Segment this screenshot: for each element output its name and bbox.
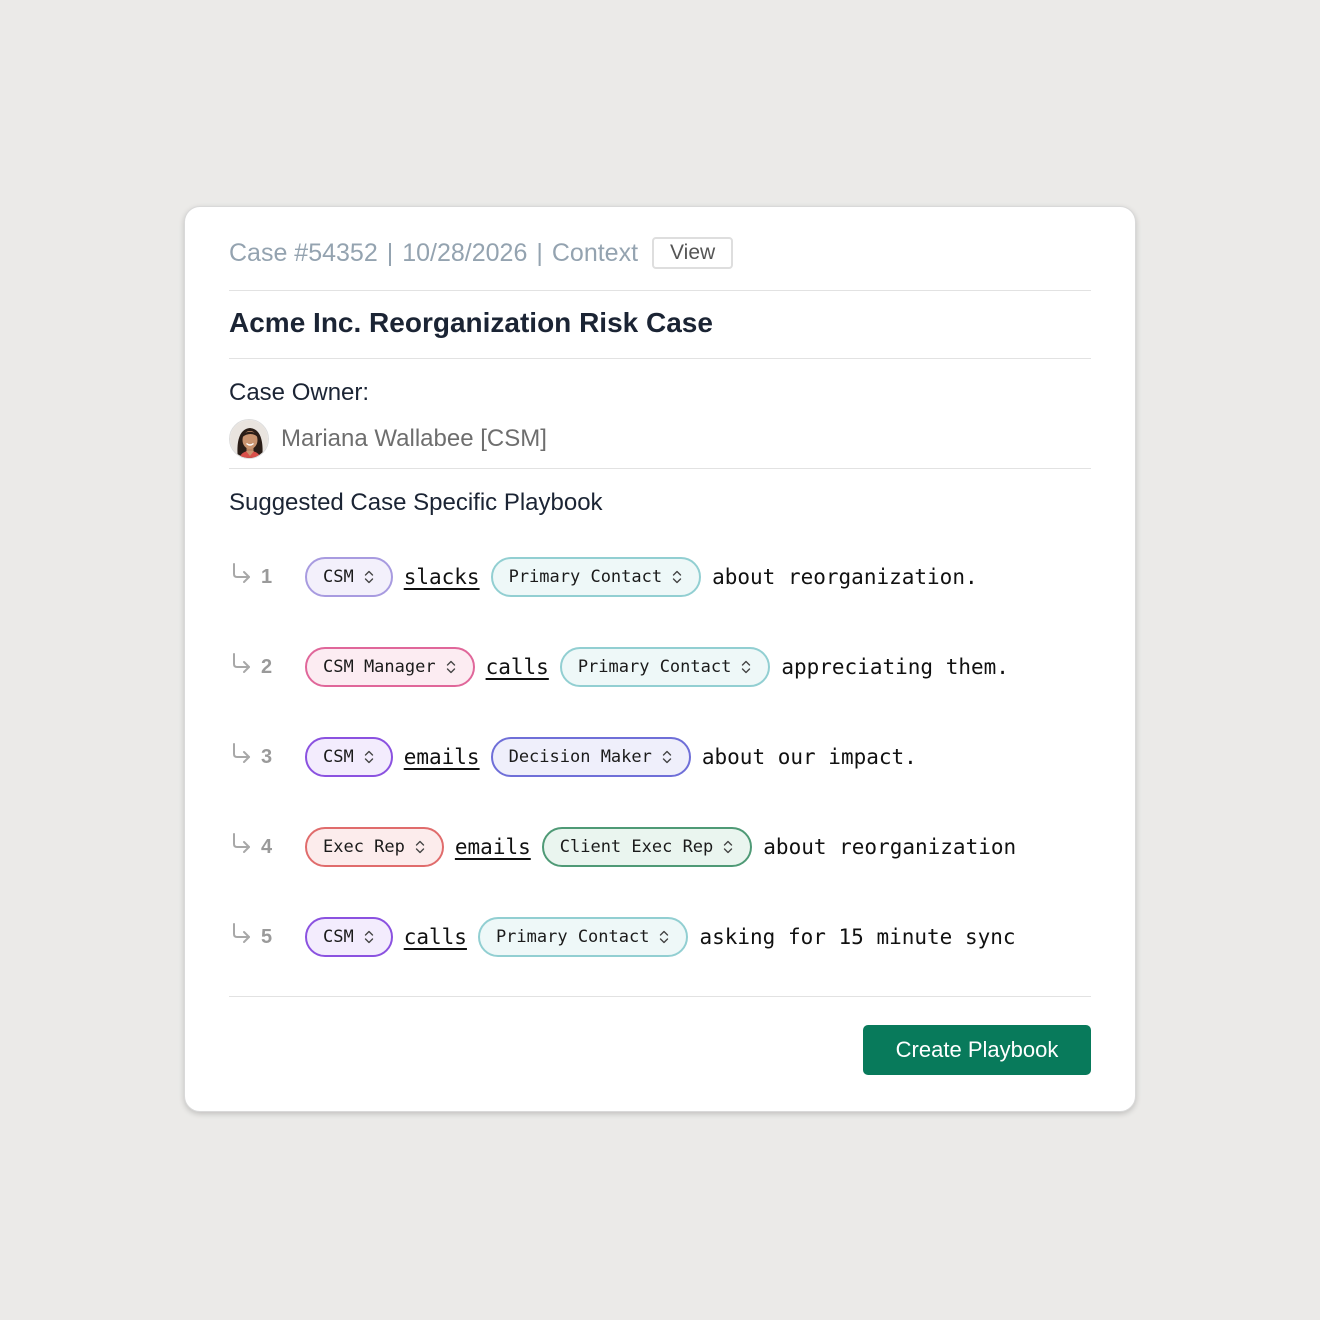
actor-role-label: CSM bbox=[323, 927, 354, 947]
step-description: about reorganization. bbox=[712, 565, 978, 589]
avatar bbox=[229, 419, 269, 459]
case-card-content: Case #54352 | 10/28/2026 | Context View … bbox=[229, 207, 1091, 1111]
actor-role-select[interactable]: CSM bbox=[305, 917, 393, 957]
step-description: about reorganization bbox=[763, 835, 1017, 859]
meta-separator: | bbox=[536, 238, 543, 267]
divider bbox=[229, 358, 1091, 359]
chevron-up-down-icon bbox=[652, 749, 673, 765]
actor-role-select[interactable]: Exec Rep bbox=[305, 827, 444, 867]
target-role-select[interactable]: Primary Contact bbox=[477, 917, 689, 957]
step-number: 3 bbox=[261, 745, 273, 768]
case-date: 10/28/2026 bbox=[402, 238, 528, 267]
actor-role-label: CSM bbox=[323, 567, 354, 587]
step-description: appreciating them. bbox=[781, 655, 1009, 679]
target-role-label: Primary Contact bbox=[495, 927, 650, 947]
actor-role-select[interactable]: CSM bbox=[305, 557, 393, 597]
divider bbox=[229, 468, 1091, 469]
actor-role-label: Exec Rep bbox=[323, 837, 405, 857]
case-owner: Mariana Wallabee [CSM] bbox=[229, 419, 547, 459]
case-title: Acme Inc. Reorganization Risk Case bbox=[229, 307, 713, 338]
actor-role-select[interactable]: CSM bbox=[305, 737, 393, 777]
chevron-up-down-icon bbox=[405, 839, 426, 855]
target-role-label: Decision Maker bbox=[508, 747, 652, 767]
divider bbox=[229, 996, 1091, 997]
chevron-up-down-icon bbox=[436, 659, 457, 675]
divider bbox=[229, 290, 1091, 291]
return-arrow-icon bbox=[229, 561, 253, 585]
action-verb-link[interactable]: calls bbox=[404, 925, 467, 949]
step-description: about our impact. bbox=[701, 745, 917, 769]
playbook-step: 3 CSM emails Decision Maker about our impact… bbox=[229, 737, 917, 777]
return-arrow-icon bbox=[229, 741, 253, 765]
create-playbook-button[interactable]: Create Playbook bbox=[863, 1025, 1091, 1075]
target-role-label: Primary Contact bbox=[508, 567, 663, 587]
playbook-step: 1 CSM slacks Primary Contact about reorganiz… bbox=[229, 557, 978, 597]
return-arrow-icon bbox=[229, 651, 253, 675]
chevron-up-down-icon bbox=[713, 839, 734, 855]
avatar-image bbox=[230, 420, 268, 458]
action-verb-link[interactable]: slacks bbox=[404, 565, 480, 589]
case-owner-label: Case Owner: bbox=[229, 379, 370, 406]
chevron-up-down-icon bbox=[662, 569, 683, 585]
target-role-select[interactable]: Primary Contact bbox=[490, 557, 702, 597]
chevron-up-down-icon bbox=[354, 569, 375, 585]
case-id: Case #54352 bbox=[229, 238, 378, 267]
case-card: Case #54352 | 10/28/2026 | Context View … bbox=[184, 206, 1136, 1112]
target-role-select[interactable]: Decision Maker bbox=[490, 737, 691, 777]
return-arrow-icon bbox=[229, 831, 253, 855]
actor-role-label: CSM Manager bbox=[323, 657, 436, 677]
chevron-up-down-icon bbox=[354, 929, 375, 945]
return-arrow-icon bbox=[229, 921, 253, 945]
target-role-label: Primary Contact bbox=[577, 657, 732, 677]
action-verb-link[interactable]: emails bbox=[455, 835, 531, 859]
playbook-title: Suggested Case Specific Playbook bbox=[229, 489, 603, 516]
action-verb-link[interactable]: emails bbox=[404, 745, 480, 769]
actor-role-label: CSM bbox=[323, 747, 354, 767]
meta-separator: | bbox=[386, 238, 394, 267]
step-number: 2 bbox=[261, 655, 273, 678]
chevron-up-down-icon bbox=[354, 749, 375, 765]
action-verb-link[interactable]: calls bbox=[486, 655, 549, 679]
chevron-up-down-icon bbox=[649, 929, 670, 945]
target-role-label: Client Exec Rep bbox=[559, 837, 714, 857]
step-number: 1 bbox=[261, 565, 273, 588]
target-role-select[interactable]: Client Exec Rep bbox=[541, 827, 753, 867]
case-meta: Case #54352 | 10/28/2026 | Context View bbox=[229, 237, 734, 269]
actor-role-select[interactable]: CSM Manager bbox=[305, 647, 475, 687]
step-number: 4 bbox=[261, 835, 273, 858]
case-owner-name: Mariana Wallabee [CSM] bbox=[281, 425, 547, 452]
playbook-step: 2 CSM Manager calls Primary Contact apprecia… bbox=[229, 647, 1009, 687]
context-label: Context bbox=[551, 238, 639, 267]
step-number: 5 bbox=[261, 925, 273, 948]
view-context-button[interactable]: View bbox=[652, 237, 734, 269]
target-role-select[interactable]: Primary Contact bbox=[559, 647, 771, 687]
step-description: asking for 15 minute sync bbox=[699, 925, 1016, 949]
chevron-up-down-icon bbox=[731, 659, 752, 675]
playbook-step: 4 Exec Rep emails Client Exec Rep about reor… bbox=[229, 827, 1016, 867]
playbook-step: 5 CSM calls Primary Contact asking for 15 mi… bbox=[229, 917, 1016, 957]
